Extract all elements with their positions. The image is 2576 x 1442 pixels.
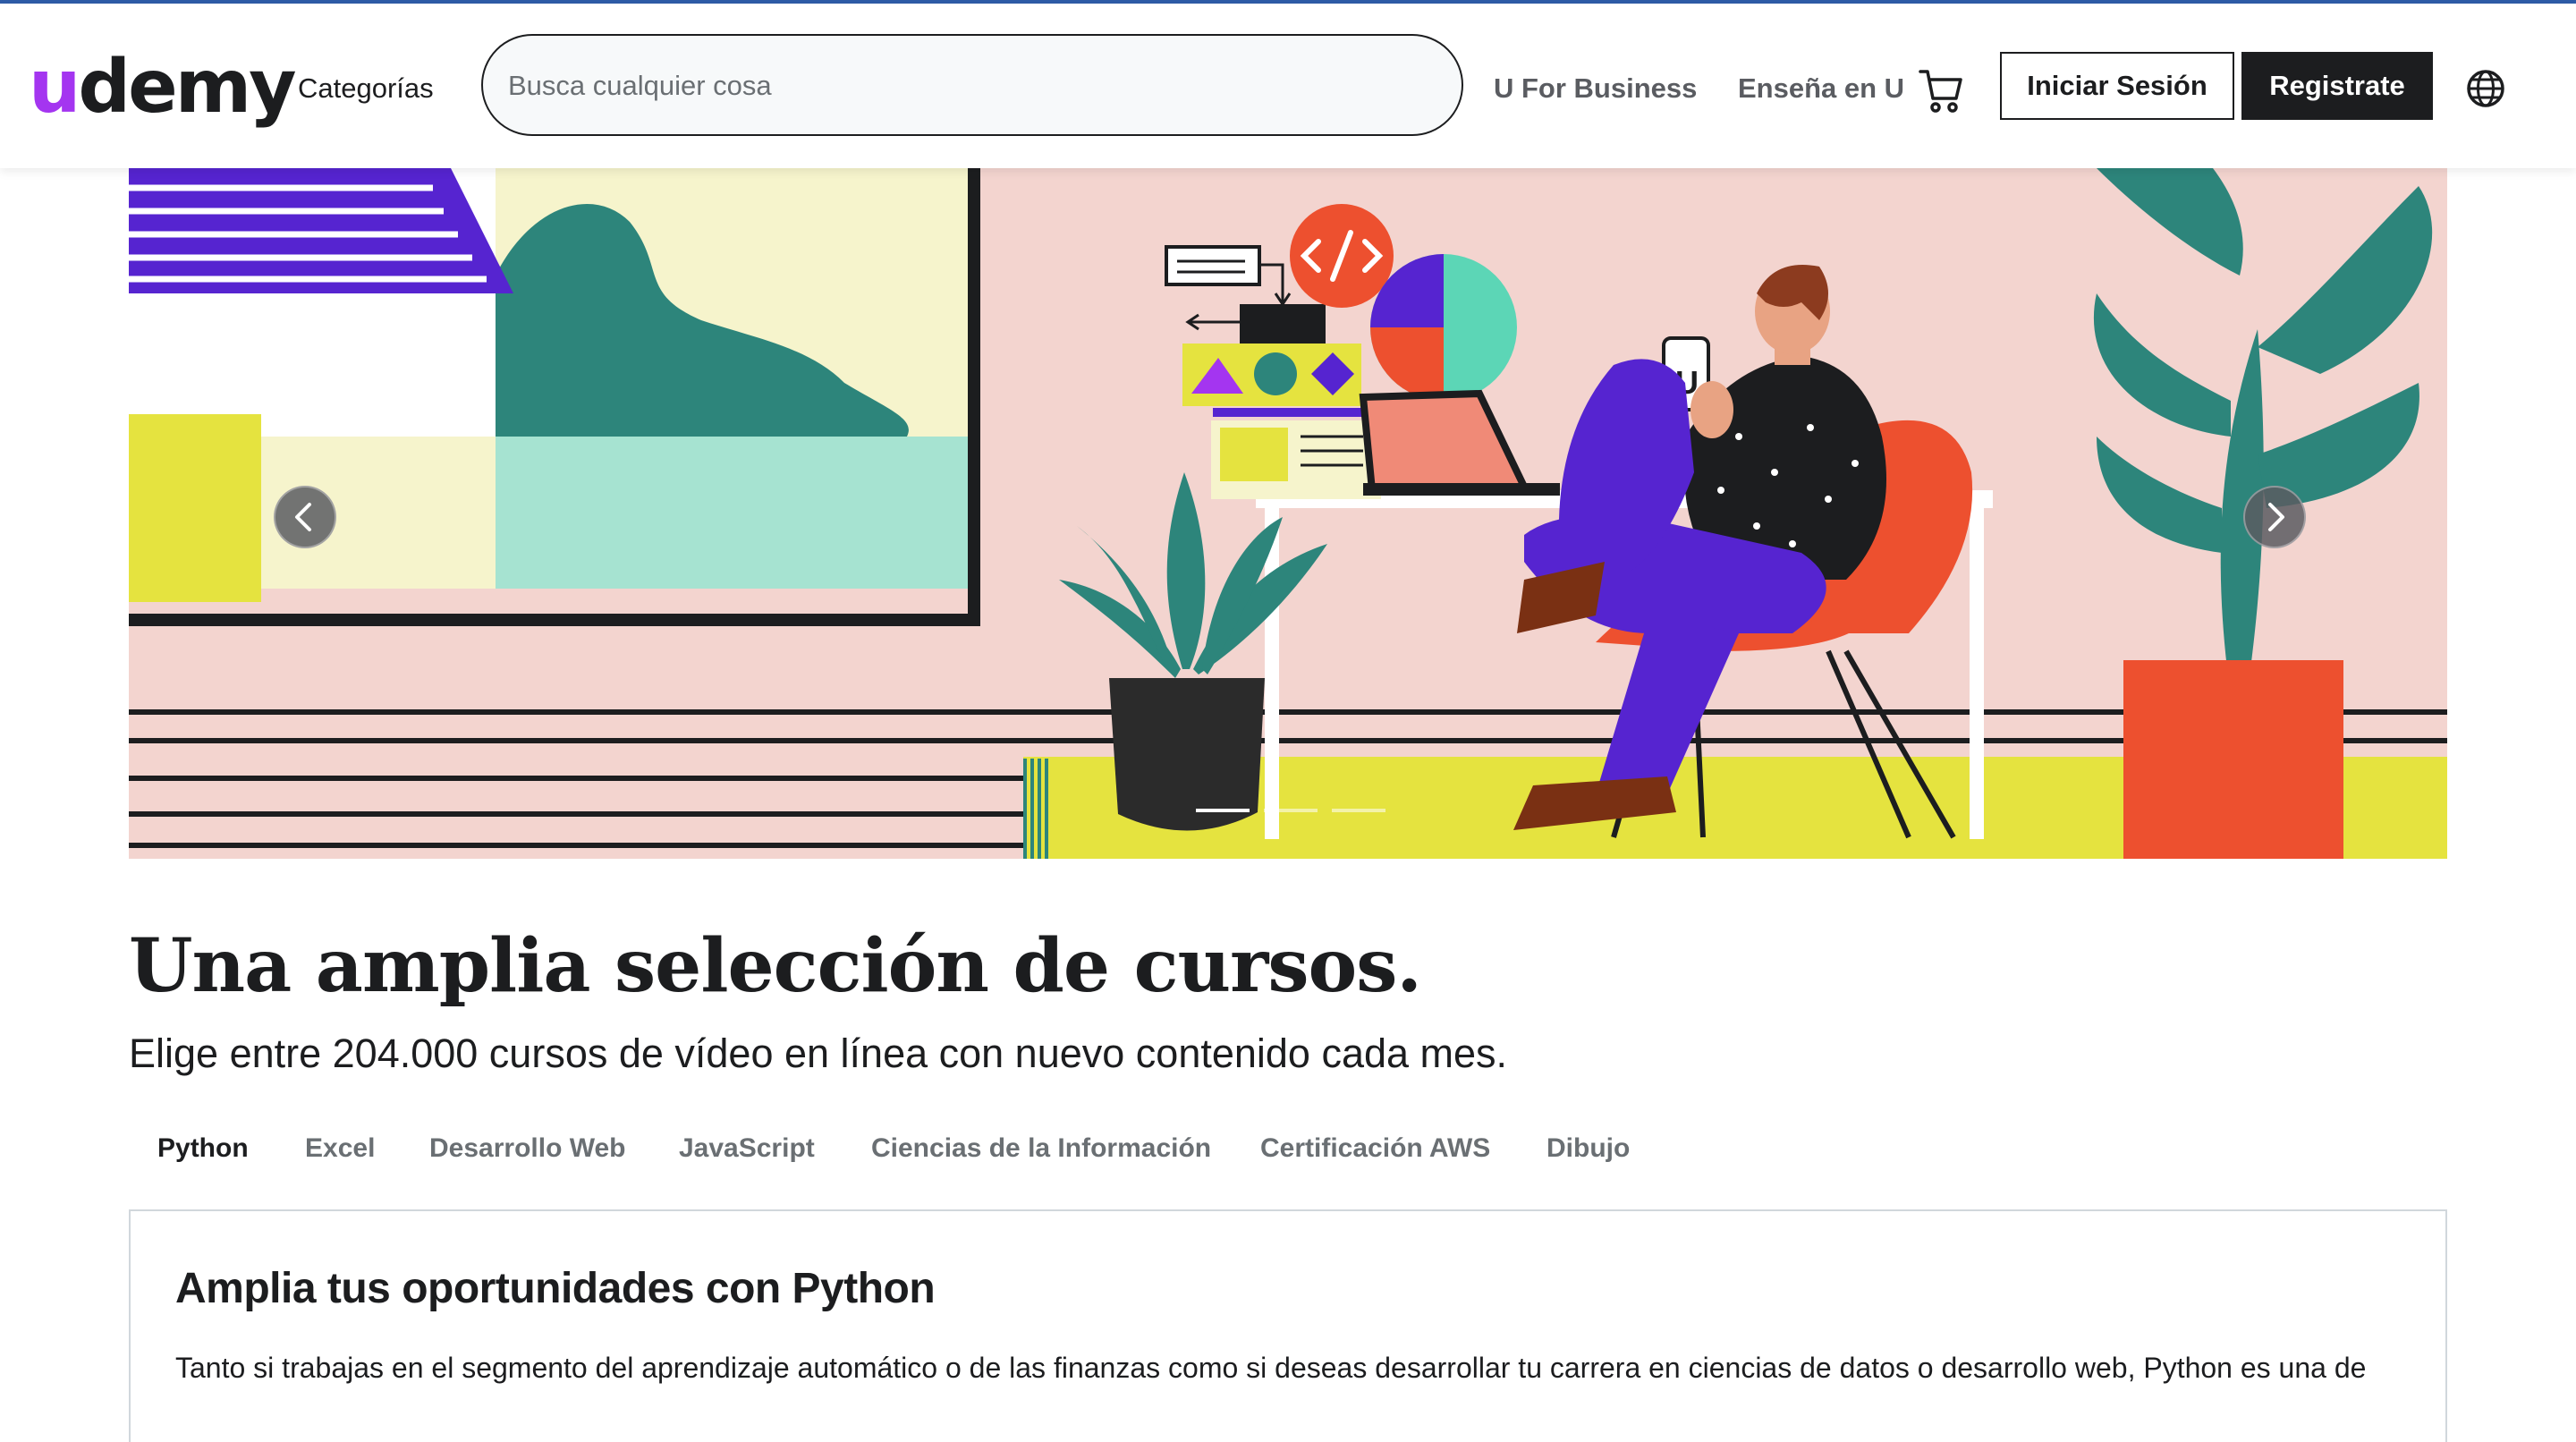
business-link[interactable]: U For Business [1494, 66, 1697, 111]
carousel-prev-button[interactable] [274, 486, 336, 548]
cart-icon[interactable] [1918, 66, 1962, 115]
chevron-right-icon [2268, 503, 2284, 531]
chevron-left-icon [295, 503, 311, 531]
panel-title: Amplia tus oportunidades con Python [175, 1265, 936, 1312]
page-subheadline: Elige entre 204.000 cursos de vídeo en l… [129, 1031, 1508, 1076]
globe-icon[interactable] [2462, 64, 2510, 113]
login-button[interactable]: Iniciar Sesión [2000, 52, 2234, 120]
search-bar[interactable] [481, 34, 1463, 136]
signup-button[interactable]: Registrate [2241, 52, 2433, 120]
tab-ciencias-informacion[interactable]: Ciencias de la Información [871, 1122, 1211, 1175]
categories-link[interactable]: Categorías [298, 66, 434, 111]
tab-desarrollo-web[interactable]: Desarrollo Web [429, 1122, 626, 1175]
panel-description: Tanto si trabajas en el segmento del apr… [175, 1352, 2367, 1384]
carousel-next-button[interactable] [2243, 486, 2306, 548]
hero-illustration: U [129, 168, 2447, 859]
tab-excel[interactable]: Excel [305, 1122, 375, 1175]
tab-python[interactable]: Python [157, 1122, 249, 1175]
hero-banner: U [129, 168, 2447, 859]
carousel-dot[interactable] [1264, 809, 1318, 812]
tab-javascript[interactable]: JavaScript [679, 1122, 815, 1175]
tab-certificacion-aws[interactable]: Certificación AWS [1260, 1122, 1490, 1175]
tab-content-panel: Amplia tus oportunidades con Python Tant… [129, 1209, 2447, 1442]
tab-dibujo[interactable]: Dibujo [1546, 1122, 1630, 1175]
carousel-dot[interactable] [1332, 809, 1385, 812]
carousel-dot[interactable] [1196, 809, 1250, 812]
udemy-logo[interactable]: udemy [29, 45, 297, 131]
site-header: udemy Categorías U For Business Enseña e… [0, 4, 2576, 168]
page-headline: Una amplia selección de cursos. [129, 923, 1422, 1009]
search-input[interactable] [506, 36, 1431, 136]
teach-link[interactable]: Enseña en U [1738, 66, 1904, 111]
